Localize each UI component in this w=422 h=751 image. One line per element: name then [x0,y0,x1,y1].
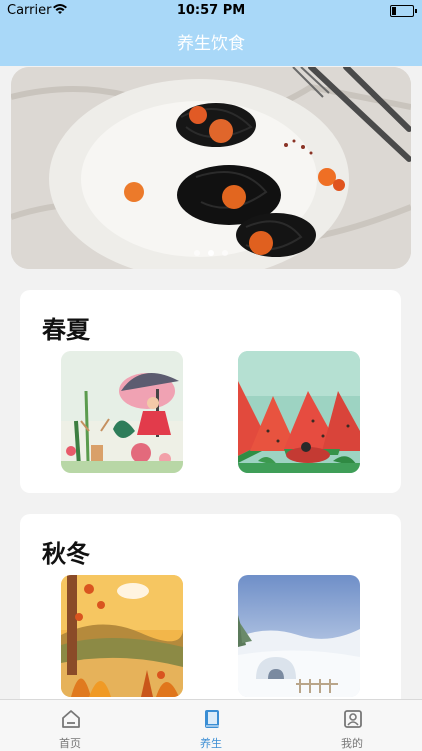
spring-illustration [61,351,183,473]
carousel-dot[interactable] [194,250,200,256]
section-card-autumn-winter: 秋冬 [20,514,401,714]
tab-health[interactable]: 养生 [141,700,281,751]
tab-profile[interactable]: 我的 [282,700,422,751]
tab-bar: 首页 养生 我的 [0,699,422,751]
thumb-winter[interactable] [238,575,360,697]
battery-icon [390,5,417,17]
status-time: 10:57 PM [176,3,246,18]
section-card-spring-summer: 春夏 [20,290,401,493]
carousel-dots[interactable] [11,241,411,260]
nav-bar: 养生饮食 [0,22,422,66]
thumb-summer[interactable] [238,351,360,473]
tab-label: 首页 [59,737,81,750]
carousel-dot-active[interactable] [208,250,214,256]
tab-label: 养生 [200,737,222,750]
page-title: 养生饮食 [177,34,245,54]
section-title: 春夏 [42,316,90,344]
banner-image-pasta [11,67,411,269]
summer-watermelon-illustration [238,351,360,473]
thumb-autumn[interactable] [61,575,183,697]
section-title: 秋冬 [42,540,90,568]
home-icon [62,710,80,728]
carousel-dot[interactable] [222,250,228,256]
tab-home[interactable]: 首页 [0,700,140,751]
tab-label: 我的 [341,737,363,750]
status-bar: Carrier 10:57 PM [0,0,422,22]
book-icon [205,710,219,728]
banner-carousel[interactable] [11,67,411,269]
thumb-spring[interactable] [61,351,183,473]
winter-igloo-illustration [238,575,360,697]
profile-icon [344,710,362,728]
autumn-illustration [61,575,183,697]
